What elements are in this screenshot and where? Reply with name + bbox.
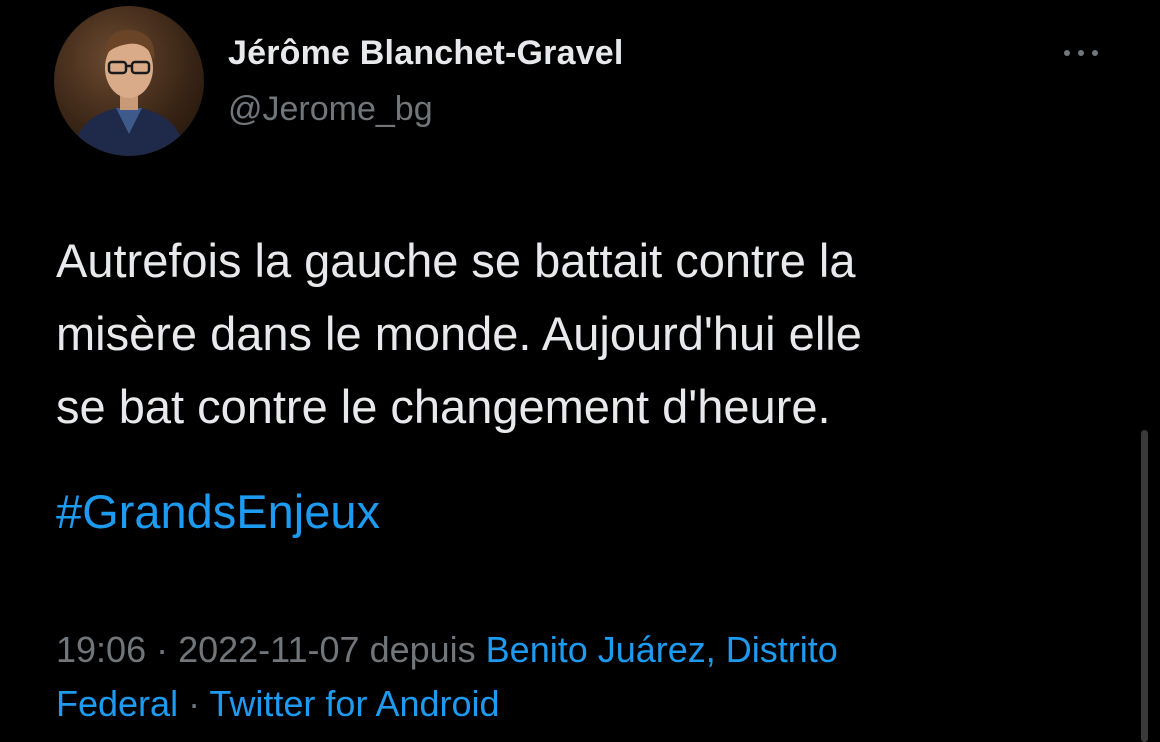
timestamp-date[interactable]: 2022-11-07 xyxy=(178,629,359,670)
location-link[interactable]: Benito Juárez, Distrito xyxy=(486,629,838,670)
location-link-continued[interactable]: Federal xyxy=(56,683,178,724)
author-name[interactable]: Jérôme Blanchet-Gravel xyxy=(228,34,624,73)
avatar[interactable] xyxy=(54,6,204,156)
depuis-label: depuis xyxy=(359,629,486,670)
tweet-meta: 19:06 · 2022-11-07 depuis Benito Juárez,… xyxy=(56,623,1116,731)
tweet-text-line: se bat contre le changement d'heure. xyxy=(56,380,831,433)
more-button[interactable] xyxy=(1058,38,1104,68)
tweet-text-line: misère dans le monde. Aujourd'hui elle xyxy=(56,307,862,360)
source-link[interactable]: Twitter for Android xyxy=(209,683,499,724)
meta-separator: · xyxy=(178,683,210,724)
meta-separator: · xyxy=(146,629,179,670)
hashtag-link[interactable]: #GrandsEnjeux xyxy=(56,482,380,542)
avatar-photo-icon xyxy=(72,29,186,156)
more-horizontal-icon xyxy=(1064,50,1098,56)
author-handle[interactable]: @Jerome_bg xyxy=(228,90,433,129)
timestamp-time[interactable]: 19:06 xyxy=(56,629,146,670)
scrollbar[interactable] xyxy=(1141,430,1148,742)
tweet: Jérôme Blanchet-Gravel @Jerome_bg Autref… xyxy=(0,0,1160,742)
tweet-text: Autrefois la gauche se battait contre la… xyxy=(56,224,1116,443)
tweet-text-line: Autrefois la gauche se battait contre la xyxy=(56,234,856,287)
meta-line-1: 19:06 · 2022-11-07 depuis Benito Juárez,… xyxy=(56,623,1116,677)
meta-line-2: Federal · Twitter for Android xyxy=(56,677,1116,731)
